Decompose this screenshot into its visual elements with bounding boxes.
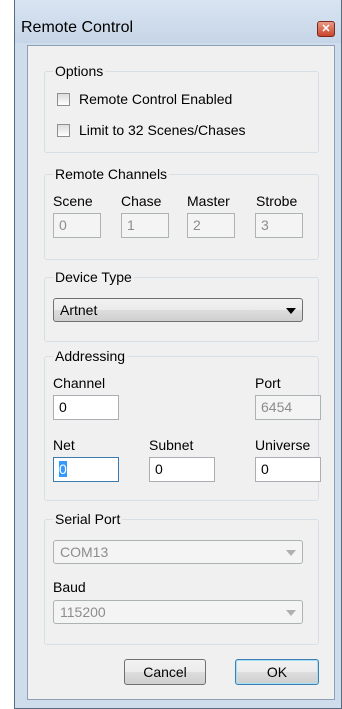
net-label: Net xyxy=(53,437,75,453)
chase-channel-field[interactable]: 1 xyxy=(121,213,169,238)
serial-port-group-title: Serial Port xyxy=(53,511,123,527)
scene-label: Scene xyxy=(53,193,93,209)
subnet-label: Subnet xyxy=(149,437,194,453)
addressing-group-title: Addressing xyxy=(53,348,128,364)
channel-label: Channel xyxy=(53,375,106,391)
limit-label[interactable]: Limit to 32 Scenes/Chases xyxy=(79,122,246,138)
subnet-field[interactable]: 0 xyxy=(149,457,215,482)
close-button[interactable]: ✕ xyxy=(317,21,335,37)
ok-button[interactable]: OK xyxy=(235,659,319,685)
addressing-group: Addressing Channel Port 0 6454 Net Subne… xyxy=(44,348,321,501)
chevron-down-icon xyxy=(286,308,296,314)
master-channel-field[interactable]: 2 xyxy=(187,213,235,238)
strobe-channel-field[interactable]: 3 xyxy=(255,213,303,238)
master-label: Master xyxy=(187,193,230,209)
dialog-client-area: Options Remote Control Enabled Limit to … xyxy=(27,45,335,700)
serial-port-group: Serial Port COM13 Baud 115200 xyxy=(44,511,319,645)
remote-channels-group: Remote Channels Scene Chase Master Strob… xyxy=(44,166,319,260)
scene-channel-field[interactable]: 0 xyxy=(53,213,101,238)
baud-label: Baud xyxy=(53,579,86,595)
net-field[interactable]: 0 xyxy=(53,457,119,482)
device-type-group: Device Type Artnet xyxy=(44,269,319,342)
universe-label: Universe xyxy=(255,437,311,453)
baud-value: 115200 xyxy=(60,604,106,620)
serial-port-select[interactable]: COM13 xyxy=(53,540,303,564)
port-label: Port xyxy=(255,375,281,391)
remote-control-window: Remote Control ✕ Options Remote Control … xyxy=(14,0,342,709)
channel-field[interactable]: 0 xyxy=(53,395,119,420)
remote-channels-group-title: Remote Channels xyxy=(53,166,170,182)
options-group: Options Remote Control Enabled Limit to … xyxy=(44,63,319,153)
device-type-group-title: Device Type xyxy=(53,269,134,285)
options-group-title: Options xyxy=(53,63,106,79)
window-title: Remote Control xyxy=(21,19,134,36)
device-type-select[interactable]: Artnet xyxy=(53,298,303,322)
close-icon: ✕ xyxy=(321,23,331,35)
cancel-button[interactable]: Cancel xyxy=(124,659,206,685)
serial-port-value: COM13 xyxy=(60,544,109,560)
universe-field[interactable]: 0 xyxy=(255,457,321,482)
chase-label: Chase xyxy=(121,193,162,209)
chevron-down-icon xyxy=(286,550,296,556)
baud-select[interactable]: 115200 xyxy=(53,600,303,624)
port-field[interactable]: 6454 xyxy=(255,395,321,420)
chevron-down-icon xyxy=(286,610,296,616)
remote-enabled-label[interactable]: Remote Control Enabled xyxy=(79,91,232,107)
title-bar[interactable]: Remote Control ✕ xyxy=(15,0,341,43)
limit-checkbox[interactable] xyxy=(57,124,70,137)
net-field-value: 0 xyxy=(59,461,67,477)
strobe-label: Strobe xyxy=(256,193,298,209)
remote-enabled-checkbox[interactable] xyxy=(57,93,70,106)
device-type-value: Artnet xyxy=(60,302,98,318)
